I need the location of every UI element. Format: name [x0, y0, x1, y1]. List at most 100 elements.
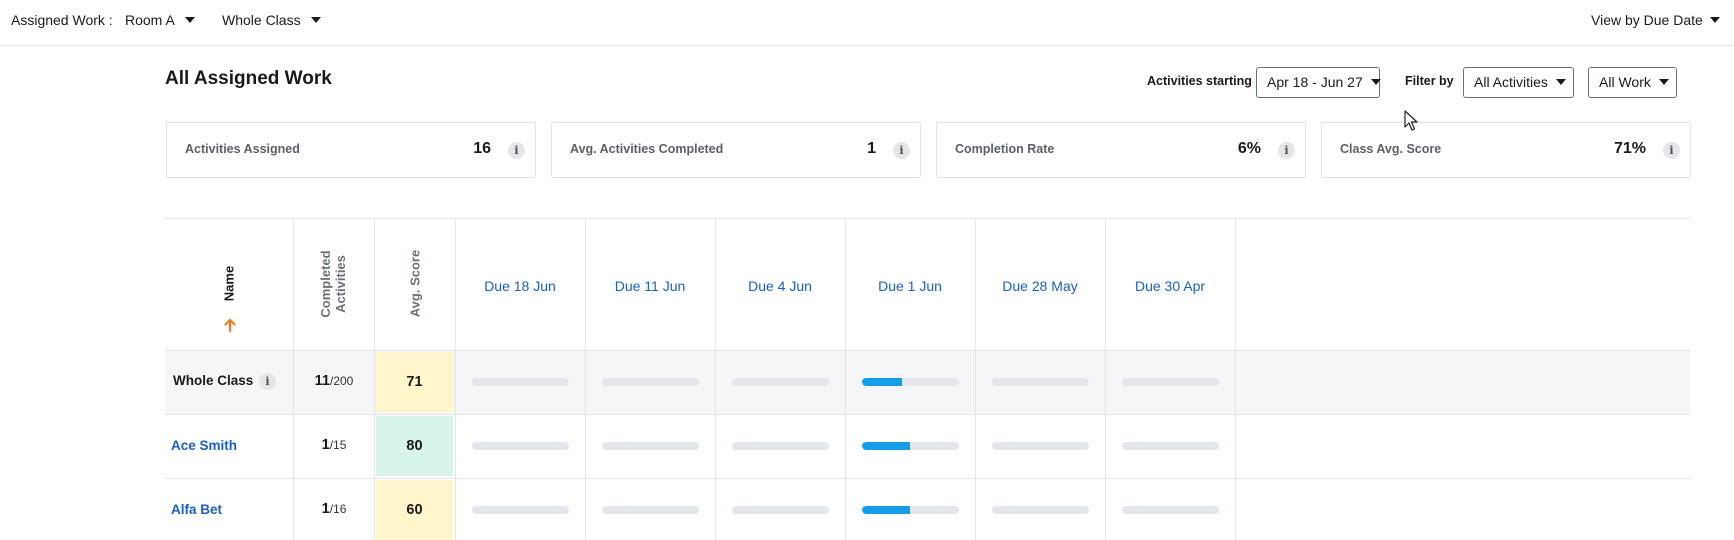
progress-bar[interactable]: [991, 442, 1089, 450]
info-icon[interactable]: i: [259, 373, 276, 390]
card-label: Class Avg. Score: [1340, 142, 1442, 156]
progress-bar[interactable]: [991, 378, 1089, 386]
class-avg-score-card: Class Avg. Score 71% i: [1321, 122, 1691, 178]
divider: [165, 478, 1690, 479]
assigned-work-label: Assigned Work :: [11, 12, 113, 28]
card-label: Activities Assigned: [185, 142, 300, 156]
room-dropdown[interactable]: Room A: [125, 12, 195, 28]
activities-assigned-card: Activities Assigned 16 i: [166, 122, 536, 178]
progress-bar[interactable]: [471, 378, 569, 386]
completed-value: 1: [321, 437, 330, 453]
progress-bar-fill: [861, 378, 903, 386]
page-title: All Assigned Work: [165, 68, 332, 89]
due-column-header[interactable]: Due 28 May: [975, 278, 1105, 294]
work-filter-value: All Work: [1599, 74, 1651, 90]
score-cell: 60: [376, 480, 453, 540]
divider: [455, 218, 456, 540]
divider: [845, 218, 846, 540]
divider: [715, 218, 716, 540]
filter-by-label: Filter by: [1405, 74, 1454, 88]
completed-total: /200: [329, 374, 354, 388]
progress-bar[interactable]: [1121, 378, 1219, 386]
info-icon[interactable]: i: [893, 142, 910, 159]
score-cell: 80: [376, 416, 453, 476]
completed-header-line1: Completed: [318, 250, 333, 318]
student-name-link[interactable]: Alfa Bet: [171, 502, 222, 517]
activity-filter-dropdown[interactable]: All Activities: [1463, 67, 1574, 98]
completed-value: 11: [314, 373, 330, 389]
view-by-label: View by Due Date: [1591, 12, 1703, 28]
assigned-work-table: Name Completed Activities Avg. Score Due…: [165, 218, 1690, 540]
avg-activities-completed-card: Avg. Activities Completed 1 i: [551, 122, 921, 178]
completed-count: 11/200: [294, 373, 374, 389]
card-value: 6%: [1237, 140, 1261, 157]
divider: [374, 218, 375, 540]
completed-value: 1: [321, 501, 330, 517]
progress-bar[interactable]: [861, 506, 959, 514]
progress-bar[interactable]: [471, 442, 569, 450]
group-dropdown[interactable]: Whole Class: [222, 12, 321, 28]
name-column-header[interactable]: Name: [222, 244, 237, 324]
progress-bar[interactable]: [601, 442, 699, 450]
room-dropdown-label: Room A: [125, 12, 175, 28]
due-column-header[interactable]: Due 18 Jun: [455, 278, 585, 294]
progress-bar[interactable]: [471, 506, 569, 514]
date-range-value: Apr 18 - Jun 27: [1267, 74, 1363, 90]
chevron-down-icon: [1555, 79, 1566, 86]
progress-bar[interactable]: [731, 378, 829, 386]
completed-count: 1/16: [294, 501, 374, 517]
progress-bar[interactable]: [861, 442, 959, 450]
date-range-dropdown[interactable]: Apr 18 - Jun 27: [1256, 67, 1381, 98]
info-icon[interactable]: i: [508, 142, 525, 159]
due-column-header[interactable]: Due 4 Jun: [715, 278, 845, 294]
info-icon[interactable]: i: [1663, 142, 1680, 159]
chevron-down-icon: [310, 17, 321, 24]
work-filter-dropdown[interactable]: All Work: [1588, 67, 1677, 98]
chevron-down-icon: [1709, 17, 1720, 24]
progress-bar-fill: [861, 506, 910, 514]
student-name-link[interactable]: Ace Smith: [171, 438, 237, 453]
due-column-header[interactable]: Due 11 Jun: [585, 278, 715, 294]
info-icon[interactable]: i: [1278, 142, 1295, 159]
divider: [165, 218, 1690, 219]
top-bar: Assigned Work : Room A Whole Class View …: [0, 0, 1734, 46]
score-cell: 71: [376, 352, 453, 412]
due-column-header[interactable]: Due 1 Jun: [845, 278, 975, 294]
completed-total: /15: [329, 438, 347, 452]
chevron-down-icon: [184, 17, 195, 24]
completed-activities-header: Completed Activities: [318, 234, 350, 334]
progress-bar[interactable]: [861, 378, 959, 386]
card-label: Avg. Activities Completed: [570, 142, 724, 156]
sort-ascending-arrow-icon[interactable]: [223, 318, 237, 332]
card-value: 16: [473, 140, 491, 157]
progress-bar[interactable]: [1121, 442, 1219, 450]
divider: [165, 414, 1690, 415]
completed-count: 1/15: [294, 437, 374, 453]
activity-filter-value: All Activities: [1474, 74, 1548, 90]
divider: [165, 350, 1690, 351]
mouse-cursor-icon: [1404, 110, 1418, 131]
progress-bar[interactable]: [731, 442, 829, 450]
card-value: 71%: [1613, 140, 1646, 157]
view-by-dropdown[interactable]: View by Due Date: [1591, 12, 1720, 28]
completed-header-line2: Activities: [333, 255, 348, 313]
group-dropdown-label: Whole Class: [222, 12, 301, 28]
card-label: Completion Rate: [955, 142, 1055, 156]
progress-bar[interactable]: [601, 378, 699, 386]
progress-bar[interactable]: [601, 506, 699, 514]
due-column-header[interactable]: Due 30 Apr: [1105, 278, 1235, 294]
progress-bar[interactable]: [1121, 506, 1219, 514]
avg-score-header: Avg. Score: [407, 249, 423, 318]
chevron-down-icon: [1370, 79, 1381, 86]
activities-starting-label: Activities starting: [1147, 74, 1252, 88]
progress-bar[interactable]: [991, 506, 1089, 514]
card-value: 1: [867, 140, 876, 157]
divider: [975, 218, 976, 540]
completed-total: /16: [329, 502, 347, 516]
chevron-down-icon: [1658, 79, 1669, 86]
completion-rate-card: Completion Rate 6% i: [936, 122, 1306, 178]
divider: [585, 218, 586, 540]
whole-class-label: Whole Class: [173, 373, 254, 388]
divider: [1235, 218, 1236, 540]
progress-bar[interactable]: [731, 506, 829, 514]
